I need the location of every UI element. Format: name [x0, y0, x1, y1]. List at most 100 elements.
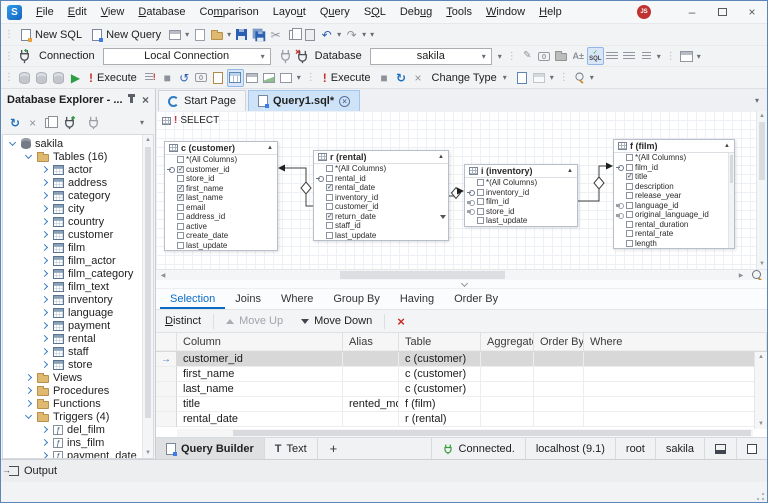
- undo-dropdown[interactable]: ▾: [335, 30, 343, 39]
- tree-item-ins-film[interactable]: ƒins_film: [3, 436, 141, 449]
- grid-row[interactable]: last_namec (customer): [156, 382, 767, 397]
- builder-tab-order-by[interactable]: Order By: [444, 290, 508, 309]
- menu-database[interactable]: Database: [131, 1, 192, 24]
- collapse-chevron-icon[interactable]: [460, 280, 467, 287]
- diagram-column[interactable]: inventory_id: [314, 193, 448, 203]
- tree-chevron-icon[interactable]: [41, 309, 48, 316]
- tree-item-del-film[interactable]: ƒdel_film: [3, 423, 141, 436]
- column-checkbox[interactable]: [326, 165, 333, 172]
- diagram-column[interactable]: ✓customer_id: [165, 165, 277, 175]
- diagram-column[interactable]: original_language_id: [614, 210, 734, 220]
- tree-item-functions[interactable]: Functions: [3, 397, 141, 410]
- diagram-column[interactable]: address_id: [165, 212, 277, 222]
- window-layout-dropdown[interactable]: ▾: [695, 52, 703, 61]
- diagram-column[interactable]: language_id: [614, 201, 734, 211]
- column-checkbox[interactable]: [326, 194, 333, 201]
- menu-layout[interactable]: Layout: [266, 1, 313, 24]
- diagram-column[interactable]: *(All Columns): [614, 153, 734, 163]
- diagram-column[interactable]: description: [614, 182, 734, 192]
- tree-chevron-icon[interactable]: [41, 335, 48, 342]
- grid-vscrollbar[interactable]: ▲ ▼: [754, 352, 767, 429]
- scroll-left-icon[interactable]: ◀: [156, 272, 170, 279]
- diagram-table-f[interactable]: f (film)▲*(All Columns)film_id✓titledesc…: [613, 139, 735, 249]
- tree-scroll-thumb[interactable]: [145, 147, 151, 418]
- hscroll-thumb[interactable]: [340, 271, 505, 279]
- column-checkbox[interactable]: [177, 175, 184, 182]
- save-button[interactable]: [233, 26, 250, 44]
- diagram-table-header[interactable]: f (film)▲: [614, 140, 734, 153]
- tree-chevron-icon[interactable]: [41, 270, 48, 277]
- import-button[interactable]: [210, 69, 227, 87]
- collapse-icon[interactable]: ▲: [267, 145, 273, 151]
- scroll-up-icon[interactable]: ▲: [755, 354, 767, 360]
- tree-item-language[interactable]: language: [3, 306, 141, 319]
- grid-cell[interactable]: [481, 382, 534, 397]
- grid-cell[interactable]: title: [177, 397, 343, 412]
- layout-toggle-button[interactable]: [704, 438, 736, 459]
- grid-cell[interactable]: [343, 412, 399, 427]
- tree-item-film-text[interactable]: film_text: [3, 280, 141, 293]
- tree-chevron-icon[interactable]: [41, 205, 48, 212]
- connect-icon[interactable]: [86, 115, 101, 130]
- add-document-button[interactable]: [514, 69, 531, 87]
- column-checkbox[interactable]: [626, 202, 633, 209]
- resize-grip[interactable]: [756, 492, 765, 501]
- diagram-table-header[interactable]: r (rental)▲: [314, 151, 448, 164]
- format-dropdown[interactable]: ▾: [655, 52, 663, 61]
- find-button[interactable]: [571, 69, 588, 87]
- grid-cell[interactable]: [534, 367, 584, 382]
- tab-close-icon[interactable]: ×: [339, 96, 350, 107]
- diagram-image-button[interactable]: [261, 69, 278, 87]
- diagram-column[interactable]: last_update: [465, 216, 577, 226]
- tree-chevron-icon[interactable]: [41, 244, 48, 251]
- scroll-right-icon[interactable]: ▶: [734, 272, 748, 279]
- column-checkbox[interactable]: ✓: [326, 213, 333, 220]
- cut-button[interactable]: ✂: [267, 26, 284, 44]
- tree-item-views[interactable]: Views: [3, 371, 141, 384]
- tree-item-film[interactable]: film: [3, 241, 141, 254]
- diagram-column[interactable]: ✓return_date: [314, 212, 448, 222]
- grid-row[interactable]: titlerented_movief (film): [156, 397, 767, 412]
- toolbar-grip[interactable]: ⋮: [556, 72, 571, 83]
- toolbar-grip[interactable]: ⋮: [504, 51, 519, 62]
- grid-cell[interactable]: [584, 352, 767, 367]
- explorer-toolbar-dropdown[interactable]: ▾: [138, 118, 146, 127]
- column-checkbox[interactable]: [626, 240, 633, 247]
- history-button[interactable]: ↺: [176, 69, 193, 87]
- find-dropdown[interactable]: ▾: [588, 73, 596, 82]
- grid-cell[interactable]: r (rental): [399, 412, 481, 427]
- grid-cell[interactable]: c (customer): [399, 352, 481, 367]
- builder-tab-joins[interactable]: Joins: [225, 290, 271, 309]
- diagram-column[interactable]: film_id: [614, 163, 734, 173]
- tree-chevron-icon[interactable]: [41, 257, 48, 264]
- tree-chevron-icon[interactable]: [25, 152, 32, 159]
- open-file-button[interactable]: [191, 26, 208, 44]
- output-panel-bar[interactable]: Output: [1, 459, 767, 482]
- change-type-dropdown[interactable]: ▾: [501, 73, 509, 82]
- comment-lines-button[interactable]: [638, 47, 655, 65]
- move-down-button[interactable]: Move Down: [292, 311, 381, 332]
- diagram-column[interactable]: store_id: [465, 207, 577, 217]
- bookmark-button[interactable]: [553, 47, 570, 65]
- remove-column-button[interactable]: ×: [388, 311, 414, 332]
- query-builder-button[interactable]: [227, 69, 244, 87]
- grid-cell[interactable]: [343, 367, 399, 382]
- diagram-column[interactable]: release_year: [614, 191, 734, 201]
- scroll-down-icon[interactable]: ▼: [757, 261, 767, 267]
- stop-2-button[interactable]: ■: [376, 69, 393, 87]
- db-tool-3-button[interactable]: [50, 69, 67, 87]
- grid-cell[interactable]: rented_movie: [343, 397, 399, 412]
- diagram-column[interactable]: create_date: [165, 231, 277, 241]
- toolbar-overflow-dropdown[interactable]: ▾: [368, 30, 376, 39]
- tree-item-inventory[interactable]: inventory: [3, 293, 141, 306]
- toolbar-grip[interactable]: ⋮: [303, 72, 318, 83]
- grid-cell[interactable]: [534, 412, 584, 427]
- column-checkbox[interactable]: [326, 203, 333, 210]
- diagram-column[interactable]: last_update: [314, 231, 448, 241]
- connect-button[interactable]: [277, 47, 294, 65]
- database-select[interactable]: sakila▾: [370, 48, 492, 65]
- panel-close-icon[interactable]: ×: [142, 93, 149, 107]
- diagram-column[interactable]: staff_id: [314, 221, 448, 231]
- disconnect-button[interactable]: [294, 47, 311, 65]
- tree-item-film-actor[interactable]: film_actor: [3, 254, 141, 267]
